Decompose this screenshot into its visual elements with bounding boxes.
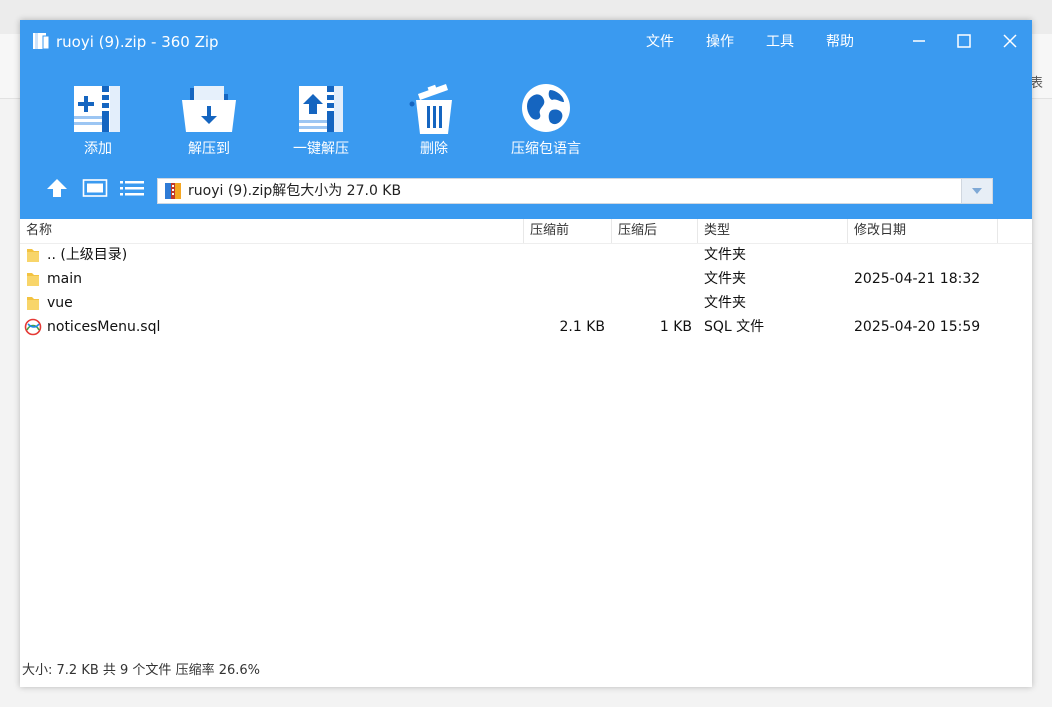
add-archive-icon bbox=[74, 86, 120, 132]
menu-operate[interactable]: 操作 bbox=[706, 32, 734, 52]
delete-button[interactable]: 删除 bbox=[384, 82, 484, 158]
list-view-icon[interactable] bbox=[119, 177, 145, 199]
sql-file-icon bbox=[24, 318, 42, 336]
folder-icon bbox=[27, 297, 39, 310]
menu-file[interactable]: 文件 bbox=[646, 32, 674, 52]
one-click-extract-label: 一键解压 bbox=[293, 141, 349, 157]
close-icon bbox=[1003, 34, 1017, 48]
extract-to-label: 解压到 bbox=[188, 141, 230, 157]
header-bar: ruoyi (9).zip - 360 Zip 文件 操作 工具 帮助 添加 解… bbox=[20, 20, 1032, 219]
globe-icon bbox=[522, 84, 570, 132]
file-name: .. (上级目录) bbox=[47, 247, 128, 263]
one-click-extract-icon bbox=[299, 86, 343, 132]
menu-help[interactable]: 帮助 bbox=[826, 32, 854, 52]
window-title: ruoyi (9).zip - 360 Zip bbox=[56, 33, 219, 51]
file-row-main[interactable]: main 文件夹 2025-04-21 18:32 bbox=[20, 267, 1032, 291]
folder-icon bbox=[27, 249, 39, 262]
column-before-size[interactable]: 压缩前 bbox=[524, 219, 612, 243]
column-date[interactable]: 修改日期 bbox=[848, 219, 998, 243]
column-header-row: 名称 压缩前 压缩后 类型 修改日期 bbox=[20, 219, 1032, 244]
maximize-icon bbox=[957, 34, 971, 48]
extract-to-folder-icon bbox=[182, 86, 236, 132]
folder-icon bbox=[27, 273, 39, 286]
file-row-notices-menu[interactable]: noticesMenu.sql 2.1 KB 1 KB SQL 文件 2025-… bbox=[20, 315, 1032, 339]
file-before-size: 2.1 KB bbox=[559, 319, 606, 335]
thumbnail-view-icon[interactable] bbox=[82, 177, 108, 199]
trash-icon bbox=[409, 84, 452, 134]
file-type: 文件夹 bbox=[704, 295, 746, 311]
add-label: 添加 bbox=[84, 141, 112, 157]
file-type: 文件夹 bbox=[704, 271, 746, 287]
column-type[interactable]: 类型 bbox=[698, 219, 848, 243]
chevron-down-icon bbox=[972, 188, 982, 194]
file-after-size: 1 KB bbox=[659, 319, 692, 335]
file-row-parent[interactable]: .. (上级目录) 文件夹 bbox=[20, 243, 1032, 267]
delete-label: 删除 bbox=[420, 141, 448, 157]
path-bar[interactable]: ruoyi (9).zip解包大小为 27.0 KB bbox=[157, 178, 993, 204]
close-button[interactable] bbox=[995, 28, 1025, 54]
one-click-extract-button[interactable]: 一键解压 bbox=[271, 82, 371, 158]
file-type: SQL 文件 bbox=[704, 319, 765, 335]
path-dropdown-button[interactable] bbox=[961, 179, 992, 203]
up-arrow-icon[interactable] bbox=[46, 177, 68, 199]
zip-app-icon bbox=[33, 33, 50, 50]
maximize-button[interactable] bbox=[949, 28, 979, 54]
file-name: main bbox=[47, 271, 82, 287]
menu-tools[interactable]: 工具 bbox=[766, 32, 794, 52]
extract-to-button[interactable]: 解压到 bbox=[159, 82, 259, 158]
path-text: ruoyi (9).zip解包大小为 27.0 KB bbox=[188, 183, 402, 199]
column-name[interactable]: 名称 bbox=[20, 219, 524, 243]
file-date: 2025-04-20 15:59 bbox=[854, 319, 981, 335]
archive-language-button[interactable]: 压缩包语言 bbox=[496, 82, 596, 158]
status-bar-text: 大小: 7.2 KB 共 9 个文件 压缩率 26.6% bbox=[22, 663, 260, 678]
file-type: 文件夹 bbox=[704, 247, 746, 263]
add-button[interactable]: 添加 bbox=[48, 82, 148, 158]
minimize-button[interactable] bbox=[904, 28, 934, 54]
zip-window: ruoyi (9).zip - 360 Zip 文件 操作 工具 帮助 添加 解… bbox=[20, 20, 1032, 687]
column-after-size[interactable]: 压缩后 bbox=[612, 219, 698, 243]
file-name: noticesMenu.sql bbox=[47, 319, 161, 335]
minimize-icon bbox=[913, 40, 925, 42]
file-name: vue bbox=[47, 295, 73, 311]
archive-language-label: 压缩包语言 bbox=[511, 141, 581, 157]
file-date: 2025-04-21 18:32 bbox=[854, 271, 981, 287]
file-row-vue[interactable]: vue 文件夹 bbox=[20, 291, 1032, 315]
zip-file-icon bbox=[165, 183, 181, 199]
